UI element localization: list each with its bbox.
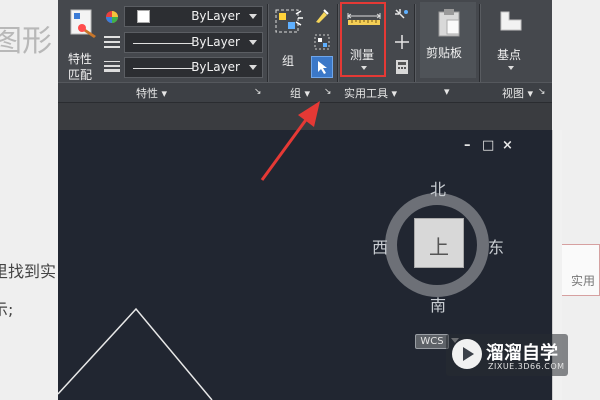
dialog-launcher-icon[interactable]: ↘ (538, 87, 546, 97)
chevron-down-icon (508, 66, 514, 70)
viewcube-face-top[interactable]: 上 (414, 218, 464, 268)
linetype-combo[interactable]: ByLayer (124, 32, 263, 53)
view-panel-title: 视图 (502, 87, 524, 100)
clipboard-icon (438, 9, 460, 37)
lineweight-combo-value: ByLayer (191, 60, 240, 74)
chevron-down-icon (249, 40, 257, 45)
clipboard-button[interactable]: 剪贴板 (420, 2, 476, 94)
quick-select-icon[interactable] (394, 8, 410, 24)
chevron-down-icon (249, 14, 257, 19)
lineweight-combo[interactable]: ByLayer (124, 57, 263, 78)
base-point-button[interactable]: 基点 (486, 6, 536, 76)
utilities-panel-title: 实用工具 (344, 87, 388, 100)
color-combo[interactable]: ByLayer (124, 6, 263, 27)
color-swatch (137, 10, 150, 23)
measure-ruler-icon (347, 13, 381, 25)
clipboard-panel-expand[interactable]: ▾ (444, 85, 450, 98)
lineweight-icon[interactable] (104, 60, 120, 72)
cursor-select-icon (318, 61, 327, 74)
ribbon: 特性 匹配 ByLayer ByLayer ByLayer 组 测量 剪贴板 基… (58, 0, 552, 103)
linetype-combo-value: ByLayer (191, 35, 240, 49)
color-combo-value: ByLayer (191, 9, 240, 23)
measure-button[interactable]: 测量 (344, 6, 384, 74)
group-icon (275, 9, 303, 33)
viewcube-face-label: 上 (429, 235, 449, 259)
annotation-arrow (260, 101, 320, 181)
play-logo-icon (452, 339, 482, 369)
viewcube-south[interactable]: 南 (430, 292, 446, 316)
viewcube-north[interactable]: 北 (430, 176, 446, 200)
match-properties-label-1: 特性 (68, 52, 93, 66)
watermark-url: ZIXUE.3D66.COM (488, 362, 565, 371)
utilities-panel-label[interactable]: 实用工具 ▾ (344, 85, 397, 101)
color-wheel-icon[interactable] (105, 10, 119, 24)
match-properties-button[interactable]: 特性 匹配 (66, 6, 102, 82)
background-side-label: 实用 (571, 274, 596, 288)
viewcube-west[interactable]: 西 (372, 234, 388, 258)
calculator-icon[interactable] (396, 60, 408, 74)
chevron-down-icon (361, 66, 367, 70)
properties-panel-title: 特性 (136, 87, 158, 100)
linetype-preview (133, 43, 193, 44)
properties-panel-label[interactable]: 特性 ▾ (136, 85, 167, 101)
group-button[interactable]: 组 (272, 6, 306, 76)
linetype-icon[interactable] (104, 35, 120, 49)
background-text-line: 示; (0, 300, 14, 319)
viewcube-east[interactable]: 东 (488, 234, 504, 258)
measure-label: 测量 (350, 48, 375, 62)
wcs-menu-button[interactable]: WCS (415, 334, 449, 349)
base-point-icon (500, 11, 522, 31)
lineweight-preview (133, 68, 193, 69)
background-heading: 图形 (0, 24, 52, 59)
match-properties-icon (70, 9, 96, 38)
watermark-badge: 溜溜自学 ZIXUE.3D66.COM (446, 334, 568, 376)
match-properties-label-2: 匹配 (68, 68, 93, 82)
clipboard-label: 剪贴板 (426, 46, 463, 60)
ungroup-icon[interactable] (314, 34, 330, 50)
group-edit-icon[interactable] (314, 8, 330, 24)
group-label: 组 (282, 54, 295, 68)
base-point-label: 基点 (497, 48, 522, 62)
background-text-line: 里找到实 (0, 262, 57, 281)
chevron-down-icon (249, 65, 257, 70)
point-id-icon[interactable] (394, 34, 410, 50)
view-panel-label[interactable]: 视图 ▾ (502, 85, 533, 101)
group-select-button[interactable] (311, 56, 333, 78)
